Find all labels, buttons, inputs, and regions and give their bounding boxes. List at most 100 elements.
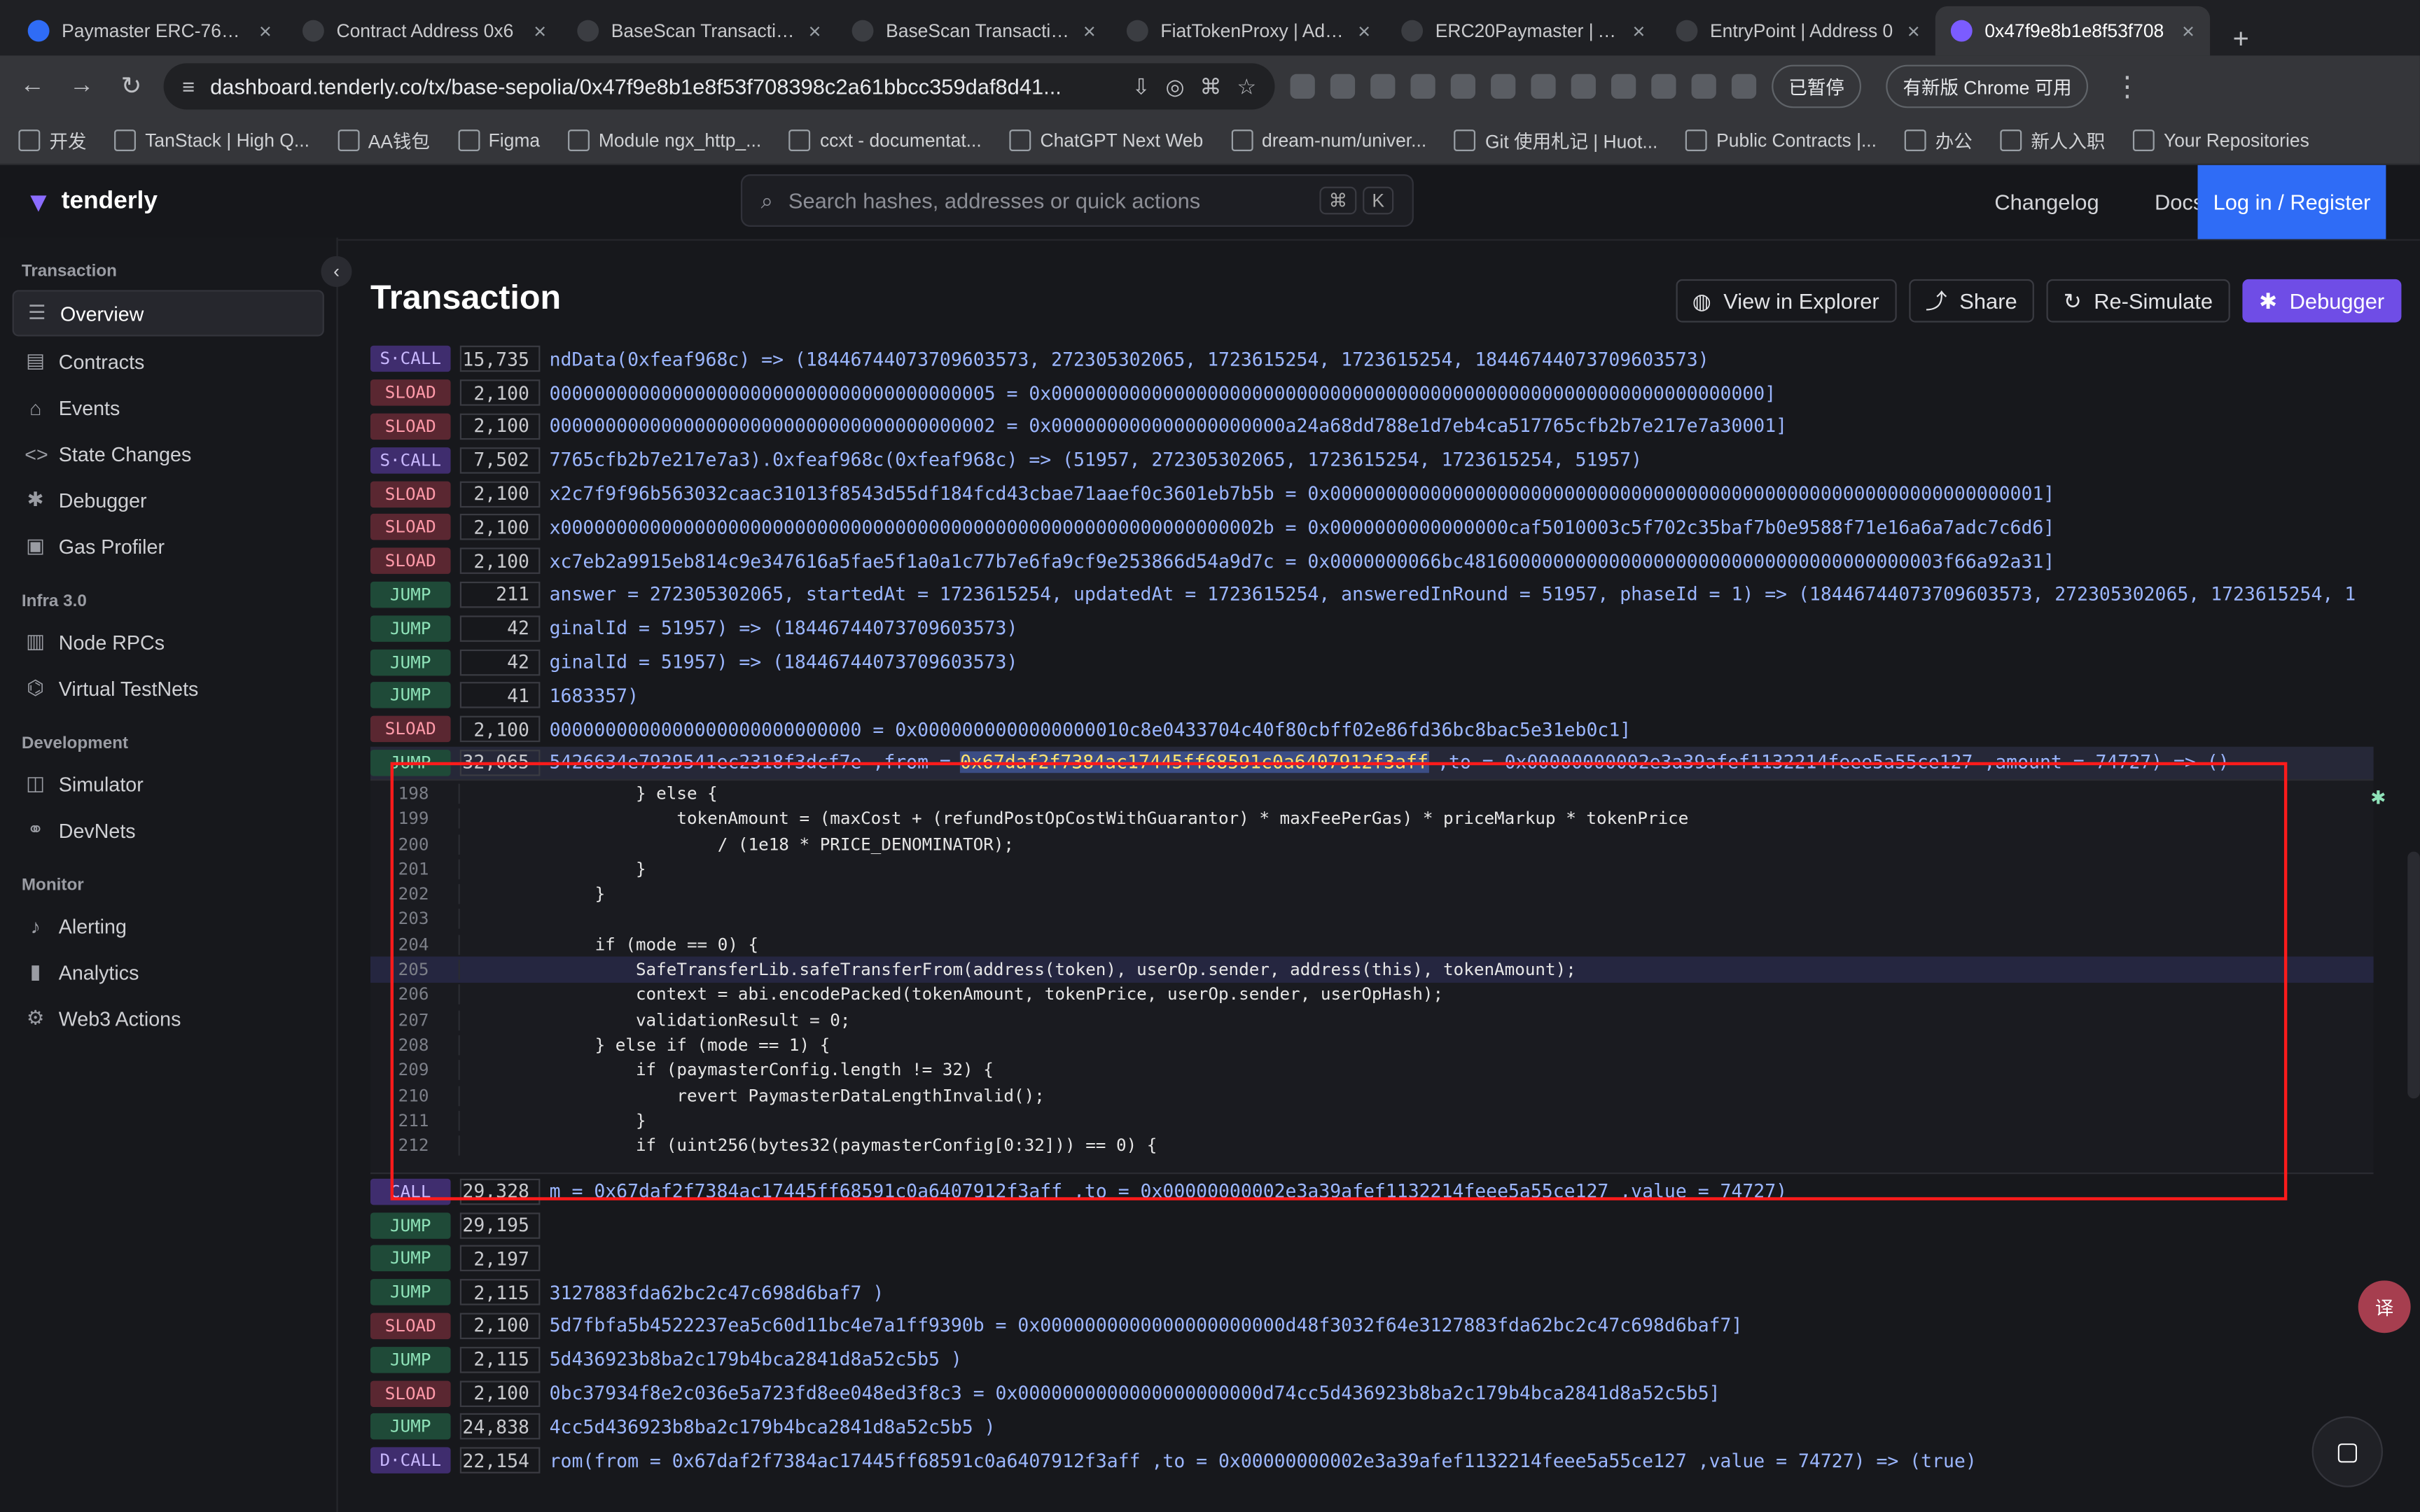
- translate-bubble-icon[interactable]: 译: [2358, 1280, 2411, 1334]
- bookmark[interactable]: 新人入职: [2000, 127, 2105, 153]
- menu-kebab-icon[interactable]: ⋮: [2113, 70, 2141, 102]
- debug-row-icon[interactable]: ✱: [2370, 787, 2386, 808]
- bookmark[interactable]: TanStack | High Q...: [114, 130, 310, 151]
- close-tab-icon[interactable]: ×: [534, 18, 546, 43]
- vertical-scrollbar[interactable]: [2407, 851, 2420, 1099]
- close-tab-icon[interactable]: ×: [808, 18, 821, 43]
- sidebar-item-contracts[interactable]: ▤ Contracts: [13, 340, 324, 383]
- profile-paused-pill[interactable]: 已暂停: [1772, 64, 1862, 108]
- bookmark[interactable]: AA钱包: [337, 127, 430, 153]
- extension-icon[interactable]: [1290, 74, 1315, 99]
- chat-support-button[interactable]: ▢: [2311, 1416, 2383, 1488]
- trace-row[interactable]: SLOAD 2,100 0000000000000000000000000000 =…: [370, 713, 2374, 746]
- trace-row[interactable]: SLOAD 2,100 000000000000000000000000000000…: [370, 410, 2374, 443]
- trace-row[interactable]: JUMP 211 answer = 272305302065, startedAt …: [370, 578, 2374, 612]
- extension-icon[interactable]: [1491, 74, 1516, 99]
- extension-icon[interactable]: [1370, 74, 1396, 99]
- view-in-explorer-button[interactable]: ◍ View in Explorer: [1675, 279, 1896, 323]
- trace-row[interactable]: JUMP 42 ginalId = 51957) => (1844674407370…: [370, 612, 2374, 645]
- extension-icon[interactable]: [1571, 74, 1596, 99]
- trace-row[interactable]: D·CALL 22,154 rom(from = 0x67daf2f7384ac17…: [370, 1443, 2374, 1477]
- trace-row[interactable]: JUMP 41 1683357): [370, 679, 2374, 713]
- sidebar-item-simulator[interactable]: ◫ Simulator: [13, 762, 324, 806]
- sidebar-item-state-changes[interactable]: <> State Changes: [13, 432, 324, 475]
- extension-icon[interactable]: [1651, 74, 1676, 99]
- tab-erc20paymaster[interactable]: ERC20Paymaster | Add ×: [1386, 6, 1660, 56]
- bookmark[interactable]: 办公: [1904, 127, 1973, 153]
- site-info-icon[interactable]: ≡: [182, 74, 195, 99]
- extension-icon[interactable]: [1611, 74, 1636, 99]
- extension-icon[interactable]: [1531, 74, 1556, 99]
- bookmark[interactable]: Figma: [457, 130, 540, 151]
- trace-row[interactable]: SLOAD 2,100 0bc37934f8e2c036e5a723fd8ee048…: [370, 1376, 2374, 1410]
- sidebar-item-web3-actions[interactable]: ⚙ Web3 Actions: [13, 997, 324, 1040]
- close-tab-icon[interactable]: ×: [1907, 18, 1920, 43]
- docs-link[interactable]: Docs: [2155, 190, 2204, 214]
- share-button[interactable]: ⤴ Share: [1908, 279, 2034, 323]
- close-tab-icon[interactable]: ×: [1083, 18, 1096, 43]
- global-search[interactable]: ⌕ Search hashes, addresses or quick acti…: [740, 174, 1414, 227]
- close-tab-icon[interactable]: ×: [1632, 18, 1645, 43]
- tab-basescan-1[interactable]: BaseScan Transaction ×: [562, 6, 836, 56]
- trace-row[interactable]: SLOAD 2,100 5d7fbfa5b4522237ea5c60d11bc4e7…: [370, 1309, 2374, 1343]
- trace-row[interactable]: JUMP 42 ginalId = 51957) => (1844674407370…: [370, 645, 2374, 679]
- translate-icon[interactable]: ⌘: [1199, 74, 1221, 99]
- extension-icon[interactable]: [1330, 74, 1356, 99]
- reload-icon[interactable]: ↻: [114, 71, 148, 102]
- trace-row[interactable]: JUMP 29,195: [370, 1208, 2374, 1242]
- extension-icon[interactable]: [1731, 74, 1757, 99]
- trace-row[interactable]: SLOAD 2,100 xc7eb2a9915eb814c9e347616a5fae…: [370, 545, 2374, 578]
- back-icon[interactable]: ←: [15, 73, 49, 101]
- sidebar-item-events[interactable]: ⌂ Events: [13, 386, 324, 429]
- trace-row[interactable]: JUMP 2,197: [370, 1242, 2374, 1275]
- sidebar-item-gas-profiler[interactable]: ▣ Gas Profiler: [13, 524, 324, 568]
- bookmark[interactable]: dream-num/univer...: [1230, 130, 1426, 151]
- tenderly-logo[interactable]: ▼ tenderly: [0, 186, 336, 218]
- sidebar-item-devnets[interactable]: ⚭ DevNets: [13, 808, 324, 852]
- trace-row[interactable]: CALL 29,328 m = 0x67daf2f7384ac17445ff6859…: [370, 1175, 2374, 1208]
- sidebar-item-overview[interactable]: ☰ Overview: [12, 290, 324, 337]
- install-icon[interactable]: ⇩: [1132, 74, 1150, 99]
- tab-basescan-2[interactable]: BaseScan Transaction ×: [837, 6, 1111, 56]
- trace-row[interactable]: JUMP 2,115 3127883fda62bc2c47c698d6baf7 ): [370, 1275, 2374, 1309]
- login-register-button[interactable]: Log in / Register: [2197, 164, 2386, 239]
- bookmark[interactable]: Your Repositories: [2132, 130, 2309, 151]
- lens-icon[interactable]: ◎: [1166, 74, 1185, 99]
- star-icon[interactable]: ☆: [1237, 74, 1256, 99]
- extension-icon[interactable]: [1691, 74, 1716, 99]
- trace-row[interactable]: SLOAD 2,100 x00000000000000000000000000000…: [370, 510, 2374, 544]
- bookmark[interactable]: Public Contracts |...: [1685, 130, 1877, 151]
- debugger-button[interactable]: ✱ Debugger: [2241, 279, 2402, 323]
- resimulate-button[interactable]: ↻ Re-Simulate: [2046, 279, 2230, 323]
- extension-icon[interactable]: [1410, 74, 1435, 99]
- address-bar[interactable]: ≡ dashboard.tenderly.co/tx/base-sepolia/…: [163, 63, 1275, 110]
- new-tab-button[interactable]: +: [2219, 23, 2262, 55]
- bookmark[interactable]: 开发: [18, 127, 86, 153]
- tab-entrypoint[interactable]: EntryPoint | Address 0 ×: [1661, 6, 1935, 56]
- trace-row[interactable]: SLOAD 2,100 x2c7f9f96b563032caac31013f8543…: [370, 477, 2374, 510]
- trace-row[interactable]: JUMP 2,115 5d436923b8ba2c179b4bca2841d8a52…: [370, 1343, 2374, 1376]
- tab-contract[interactable]: Contract Address 0x6 ×: [287, 6, 562, 56]
- close-tab-icon[interactable]: ×: [1358, 18, 1370, 43]
- trace-row-selected[interactable]: JUMP 32,065 5426634e7929541ec2318f3dcf7e…: [370, 746, 2374, 780]
- trace-row[interactable]: SLOAD 2,100 000000000000000000000000000000…: [370, 376, 2374, 410]
- trace-row[interactable]: JUMP 24,838 4cc5d436923b8ba2c179b4bca2841d…: [370, 1410, 2374, 1443]
- bookmark[interactable]: Git 使用札记 | Huot...: [1454, 127, 1657, 153]
- tab-active-tenderly[interactable]: 0x47f9e8b1e8f53f708 ×: [1935, 6, 2211, 56]
- chrome-update-pill[interactable]: 有新版 Chrome 可用: [1886, 64, 2089, 108]
- tab-paymaster[interactable]: Paymaster ERC-7677 - ×: [13, 6, 287, 56]
- close-tab-icon[interactable]: ×: [2182, 18, 2195, 43]
- changelog-link[interactable]: Changelog: [1994, 190, 2099, 214]
- close-tab-icon[interactable]: ×: [259, 18, 272, 43]
- sidebar-item-alerting[interactable]: ♪ Alerting: [13, 904, 324, 948]
- trace-row[interactable]: S·CALL 15,735 ndData(0xfeaf968c) => (18446…: [370, 342, 2374, 376]
- sidebar-item-virtual-testnets[interactable]: ⌬ Virtual TestNets: [13, 666, 324, 710]
- from-address-highlight[interactable]: 0x67daf2f7384ac17445ff68591c0a6407912f3a…: [960, 752, 1428, 774]
- sidebar-item-debugger[interactable]: ✱ Debugger: [13, 478, 324, 522]
- extension-icon[interactable]: [1450, 74, 1476, 99]
- sidebar-item-node-rpcs[interactable]: ▥ Node RPCs: [13, 620, 324, 664]
- bookmark[interactable]: Module ngx_http_...: [567, 130, 761, 151]
- tab-fiattokenproxy[interactable]: FiatTokenProxy | Addre ×: [1111, 6, 1386, 56]
- sidebar-item-analytics[interactable]: ▮ Analytics: [13, 951, 324, 994]
- forward-icon[interactable]: →: [65, 73, 99, 101]
